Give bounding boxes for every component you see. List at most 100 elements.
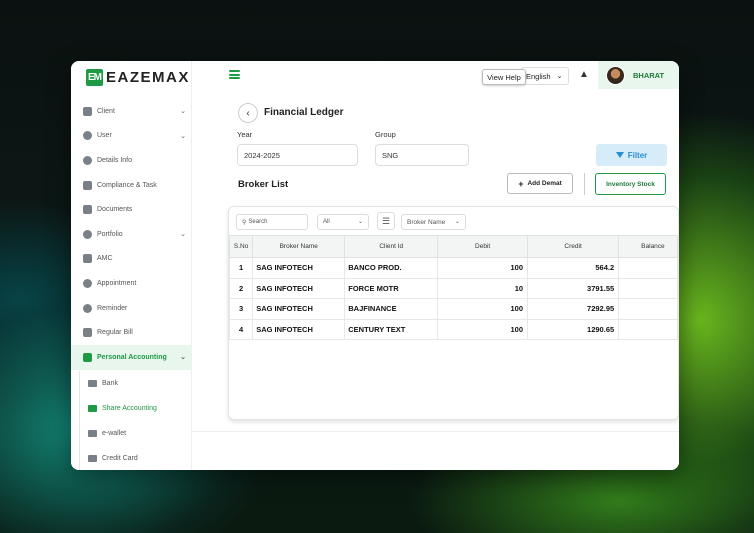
broker-table-card: ⚲ Search All ⌄ ☰ Broker Name ⌄ S.No Broker … xyxy=(228,206,679,420)
plus-icon: + xyxy=(518,178,524,189)
cell-broker: SAG INFOTECH xyxy=(252,277,346,299)
column-header[interactable]: Balance xyxy=(618,235,678,258)
sidebar-item-label: Client xyxy=(97,107,115,115)
view-help-button[interactable]: View Help xyxy=(482,69,526,85)
cell-client: BANCO PROD. xyxy=(344,257,439,279)
add-demat-button[interactable]: + Add Demat xyxy=(507,173,573,194)
logo: EM EAZEMAX xyxy=(86,69,190,86)
logo-mark: EM xyxy=(86,69,103,86)
search-placeholder: Search xyxy=(248,219,268,225)
cell-sno: 4 xyxy=(229,318,254,340)
cell-balance xyxy=(618,277,678,299)
user-circle-icon xyxy=(83,131,92,141)
sidebar-item-user[interactable]: User ⌄ xyxy=(71,124,192,149)
chevron-down-icon: ⌄ xyxy=(454,219,460,225)
menu-toggle-icon[interactable] xyxy=(229,70,240,79)
group-field[interactable]: SNG xyxy=(375,144,469,166)
list-icon xyxy=(83,180,92,190)
submenu-item-label: Bank xyxy=(102,380,118,387)
select-value: All xyxy=(323,219,330,225)
sidebar-item-label: Personal Accounting xyxy=(97,353,167,361)
chevron-down-icon: ⌄ xyxy=(180,132,186,140)
filter-button[interactable]: Filter xyxy=(596,144,667,166)
cell-client: BAJFINANCE xyxy=(344,298,439,320)
cell-debit: 10 xyxy=(437,277,529,299)
cell-balance xyxy=(618,298,678,320)
submenu-item-share-accounting[interactable]: Share Accounting xyxy=(80,396,192,421)
sidebar-item-personal-accounting[interactable]: Personal Accounting ⌄ xyxy=(71,344,192,370)
search-icon: ⚲ xyxy=(242,219,247,226)
table-search-input[interactable]: ⚲ Search xyxy=(236,214,308,230)
cell-broker: SAG INFOTECH xyxy=(252,318,346,340)
chevron-down-icon: ⌄ xyxy=(556,73,563,80)
broker-table: S.No Broker Name Client Id Debit Credit … xyxy=(229,235,678,340)
sidebar-item-label: Regular Bill xyxy=(97,329,133,337)
table-row[interactable]: 1 SAG INFOTECH BANCO PROD. 100 564.2 xyxy=(229,257,678,279)
sidebar-item-portfolio[interactable]: Portfolio ⌄ xyxy=(71,222,192,247)
inventory-stock-button[interactable]: Inventory Stock xyxy=(595,173,666,195)
user-menu[interactable]: BHARAT xyxy=(598,61,679,89)
sidebar-item-client[interactable]: Client ⌄ xyxy=(71,99,192,124)
sidebar-item-reminder[interactable]: Reminder xyxy=(71,296,192,321)
cell-client: FORCE MOTR xyxy=(344,277,439,299)
table-header-row: S.No Broker Name Client Id Debit Credit … xyxy=(229,235,678,258)
cell-credit: 564.2 xyxy=(527,257,620,279)
bell-icon[interactable]: ▲ xyxy=(579,69,589,80)
sidebar-item-label: Documents xyxy=(97,206,133,214)
chevron-down-icon: ⌄ xyxy=(180,108,186,115)
avatar xyxy=(606,65,625,85)
sidebar-item-details-info[interactable]: Details Info xyxy=(71,148,192,173)
column-header[interactable]: Client Id xyxy=(344,235,439,258)
sidebar-item-label: Compliance & Task xyxy=(97,181,157,189)
wallet-icon xyxy=(88,405,97,412)
sidebar-item-label: Portfolio xyxy=(97,230,123,238)
sidebar-item-label: AMC xyxy=(97,255,113,263)
card-icon xyxy=(88,455,97,462)
column-select[interactable]: Broker Name ⌄ xyxy=(401,214,466,230)
table-row[interactable]: 4 SAG INFOTECH CENTURY TEXT 100 1290.65 xyxy=(229,318,678,340)
group-label: Group xyxy=(375,130,396,139)
chevron-down-icon: ⌄ xyxy=(180,353,186,361)
building-icon xyxy=(83,106,92,116)
cell-sno: 3 xyxy=(229,298,254,320)
person-icon xyxy=(83,229,92,239)
submenu-item-label: e-wallet xyxy=(102,430,127,437)
cell-client: CENTURY TEXT xyxy=(344,318,439,340)
column-header[interactable]: S.No xyxy=(229,235,254,258)
divider xyxy=(584,173,585,195)
submenu-item-credit-card[interactable]: Credit Card xyxy=(80,446,192,470)
add-demat-label: Add Demat xyxy=(527,180,562,187)
cell-debit: 100 xyxy=(437,257,529,279)
sidebar-item-compliance[interactable]: Compliance & Task xyxy=(71,173,192,198)
cell-sno: 2 xyxy=(229,277,254,299)
column-header[interactable]: Debit xyxy=(437,235,529,258)
page-title: Financial Ledger xyxy=(264,107,344,118)
filter-label: Filter xyxy=(627,150,648,160)
table-filter-select[interactable]: All ⌄ xyxy=(317,214,369,230)
language-select[interactable]: English ⌄ xyxy=(521,67,569,85)
column-header[interactable]: Credit xyxy=(527,235,620,258)
sidebar-item-label: Details Info xyxy=(97,156,133,164)
card-icon xyxy=(83,254,92,264)
table-row[interactable]: 3 SAG INFOTECH BAJFINANCE 100 7292.95 xyxy=(229,298,678,320)
sidebar-item-label: User xyxy=(97,132,112,140)
submenu-item-bank[interactable]: Bank xyxy=(80,371,192,396)
sidebar-item-appointment[interactable]: Appointment xyxy=(71,271,192,296)
back-button[interactable]: ‹ xyxy=(238,103,258,123)
info-icon xyxy=(83,155,92,165)
column-settings-icon[interactable]: ☰ xyxy=(377,212,395,230)
sidebar-item-regular-bill[interactable]: Regular Bill xyxy=(71,320,192,345)
receipt-icon xyxy=(83,328,92,338)
sidebar-item-label: Reminder xyxy=(97,304,128,312)
cell-credit: 1290.65 xyxy=(527,318,620,340)
year-field[interactable]: 2024-2025 xyxy=(237,144,358,166)
table-row[interactable]: 2 SAG INFOTECH FORCE MOTR 10 3791.55 xyxy=(229,277,678,299)
sidebar-item-documents[interactable]: Documents xyxy=(71,197,192,222)
filter-icon xyxy=(615,152,624,158)
submenu-item-e-wallet[interactable]: e-wallet xyxy=(80,421,192,446)
cell-debit: 100 xyxy=(437,298,529,320)
column-header[interactable]: Broker Name xyxy=(252,235,346,258)
sidebar-item-amc[interactable]: AMC xyxy=(71,247,192,272)
sidebar-item-label: Appointment xyxy=(97,279,137,287)
year-label: Year xyxy=(237,130,253,139)
